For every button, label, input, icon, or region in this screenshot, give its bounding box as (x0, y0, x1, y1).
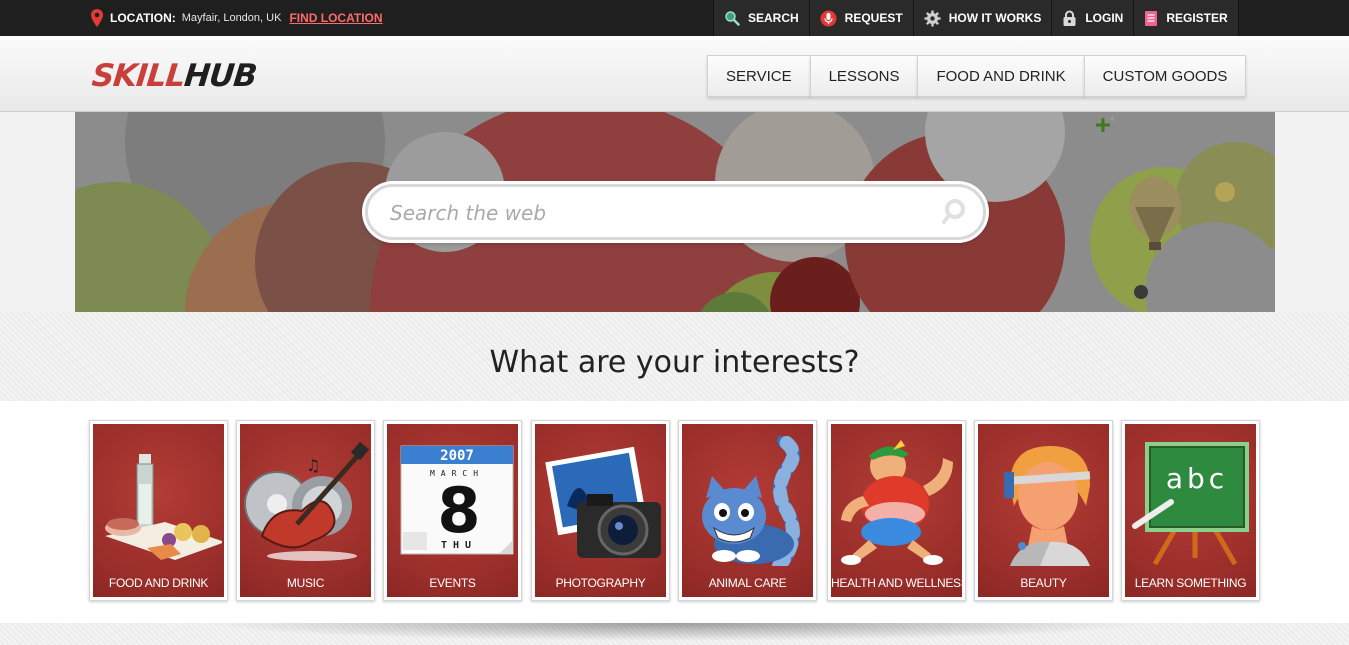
tile-learn-something-label: LEARN SOMETHING (1134, 576, 1247, 590)
top-nav-how-it-works[interactable]: HOW IT WORKS (912, 0, 1052, 36)
header: SKILLHUB SERVICE LESSONS FOOD AND DRINK … (0, 36, 1349, 112)
top-nav: SEARCH REQUEST HOW IT WORKS LOGIN REGIST… (713, 0, 1239, 36)
camera-icon (545, 446, 661, 558)
logo[interactable]: SKILLHUB (90, 58, 258, 94)
location-pin-icon (91, 9, 103, 27)
tile-health-and-wellness[interactable]: HEALTH AND WELLNESS (827, 420, 966, 601)
food-and-drink-icon (105, 454, 222, 560)
search-input[interactable] (390, 199, 930, 227)
decorative-shadow (200, 623, 1150, 641)
svg-text:+: + (1108, 114, 1116, 125)
footer-shadow (0, 623, 1349, 645)
tile-beauty-label: BEAUTY (1020, 576, 1067, 590)
tile-events[interactable]: 2007 MARCH 8 THU EVENTS (383, 420, 522, 601)
calendar-icon: 2007 MARCH 8 THU (400, 445, 514, 555)
top-nav-login[interactable]: LOGIN (1051, 0, 1134, 36)
document-icon (1145, 10, 1158, 26)
tile-health-and-wellness-label: HEALTH AND WELLNESS (831, 576, 962, 590)
lock-icon (1063, 10, 1076, 26)
tile-photography[interactable]: PHOTOGRAPHY (531, 420, 670, 601)
calendar-year: 2007 (440, 448, 474, 464)
calendar-day: 8 (437, 474, 480, 547)
tile-learn-something[interactable]: abc LEARN SOMETHING (1121, 420, 1260, 601)
chalkboard-icon: abc (1132, 442, 1249, 566)
tile-events-label: EVENTS (429, 576, 476, 590)
location-value: Mayfair, London, UK (181, 12, 282, 24)
runner-icon (841, 440, 953, 565)
top-nav-register[interactable]: REGISTER (1133, 0, 1239, 36)
logo-skill: SKILL (90, 58, 187, 94)
top-nav-login-label: LOGIN (1085, 11, 1124, 25)
nav-lessons[interactable]: LESSONS (809, 55, 919, 97)
top-nav-how-it-works-label: HOW IT WORKS (948, 11, 1042, 25)
top-bar: LOCATION: Mayfair, London, UK FIND LOCAT… (0, 0, 1349, 36)
gear-icon (924, 10, 941, 26)
main-nav: SERVICE LESSONS FOOD AND DRINK CUSTOM GO… (707, 55, 1247, 97)
interests-heading-band: What are your interests? (0, 312, 1349, 401)
tile-photography-label: PHOTOGRAPHY (555, 576, 646, 590)
interests-heading: What are your interests? (489, 345, 860, 380)
tile-music-label: MUSIC (286, 576, 325, 590)
location-label: LOCATION: (110, 11, 176, 25)
top-nav-search[interactable]: SEARCH (713, 0, 809, 36)
top-nav-search-label: SEARCH (748, 11, 799, 25)
svg-text:♫: ♫ (306, 456, 320, 475)
search-icon[interactable] (941, 198, 969, 226)
tile-animal-care[interactable]: ANIMAL CARE (678, 420, 817, 601)
magnifier-icon (725, 11, 740, 26)
tile-animal-care-label: ANIMAL CARE (708, 576, 787, 590)
cat-icon (702, 436, 800, 566)
calendar-weekday: THU (441, 540, 477, 551)
microphone-icon (820, 10, 837, 26)
beauty-face-icon (1004, 446, 1091, 566)
chalkboard-text: abc (1166, 462, 1228, 495)
top-nav-request-label: REQUEST (844, 11, 903, 25)
top-nav-request[interactable]: REQUEST (808, 0, 913, 36)
search-box (365, 184, 986, 240)
nav-service[interactable]: SERVICE (707, 55, 811, 97)
logo-hub: HUB (182, 58, 259, 94)
guitar-icon: ♫ (244, 441, 369, 561)
nav-custom-goods[interactable]: CUSTOM GOODS (1083, 55, 1247, 97)
tile-food-and-drink-label: FOOD AND DRINK (108, 576, 209, 590)
tile-music[interactable]: ♫ MUSIC (236, 420, 375, 601)
top-nav-register-label: REGISTER (1166, 11, 1228, 25)
find-location-link[interactable]: FIND LOCATION (289, 11, 382, 25)
nav-food-and-drink[interactable]: FOOD AND DRINK (917, 55, 1085, 97)
location-bar: LOCATION: Mayfair, London, UK FIND LOCAT… (90, 0, 383, 36)
tile-beauty[interactable]: BEAUTY (974, 420, 1113, 601)
tile-food-and-drink[interactable]: FOOD AND DRINK (89, 420, 228, 601)
